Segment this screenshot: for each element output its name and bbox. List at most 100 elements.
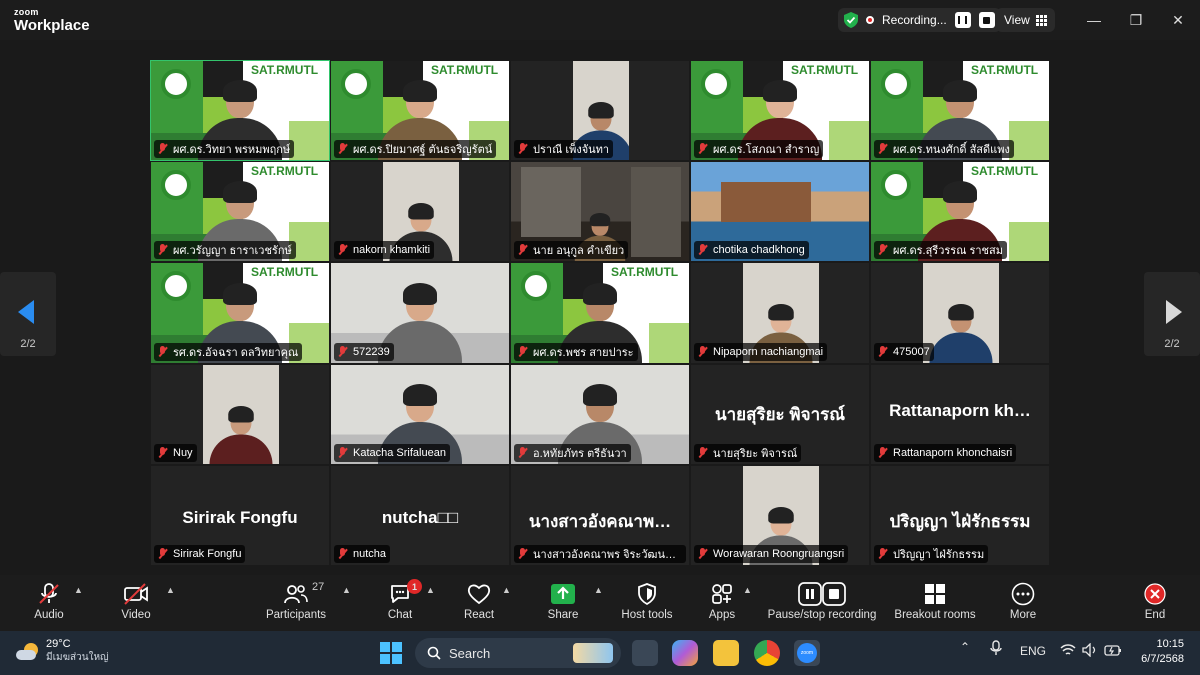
chat-button[interactable]: 1 Chat [384, 579, 422, 621]
participant-name: Katacha Srifaluean [353, 446, 446, 459]
apps-label: Apps [708, 609, 736, 621]
end-meeting-button[interactable]: End [1138, 581, 1172, 621]
name-tag: ผศ.ดร.ทนงศักดิ์ สัสดีแพง [874, 140, 1014, 159]
start-windows-icon[interactable] [378, 640, 404, 666]
participant-tile[interactable]: SAT.RMUTL ผศ.วรัญญา ธาราเวชรักษ์ [150, 161, 330, 263]
mic-muted-icon [336, 446, 350, 460]
participants-icon [284, 585, 308, 604]
participant-tile[interactable]: นางสาวอังคณาพ… นางสาวอังคณาพร จิระวัฒนากู… [510, 464, 690, 566]
recording-controls: Recording... [838, 8, 1001, 32]
copilot-icon[interactable] [672, 640, 698, 666]
pause-recording-button[interactable] [954, 12, 971, 28]
zoom-taskbar-app[interactable]: zoom [794, 640, 820, 666]
apps-button[interactable]: Apps [706, 581, 738, 621]
participant-tile[interactable]: ปริญญา ไฝ่รักธรรม ปริญญา ไฝ่รักธรรม [870, 464, 1050, 566]
participant-tile[interactable]: nakorn khamkiti [330, 161, 510, 263]
video-feed [203, 364, 279, 464]
restore-icon[interactable]: ❐ [1126, 10, 1146, 30]
volume-icon[interactable] [1082, 642, 1098, 660]
audio-options-chevron-icon[interactable]: ▲ [74, 585, 83, 595]
participant-tile[interactable]: อ.หทัยภัทร ตรีธันวา [510, 363, 690, 465]
apps-options-chevron-icon[interactable]: ▲ [743, 585, 752, 595]
name-tag: 475007 [874, 342, 934, 361]
mic-muted-icon [696, 142, 710, 156]
react-button[interactable]: React [462, 581, 496, 621]
video-button[interactable]: Video [118, 581, 154, 621]
chat-options-chevron-icon[interactable]: ▲ [426, 585, 435, 595]
chrome-icon[interactable] [754, 640, 780, 666]
chevron-up-icon[interactable]: ⌃ [960, 640, 970, 654]
mic-muted-icon [876, 243, 890, 257]
pause-stop-recording-button[interactable]: Pause/stop recording [764, 581, 880, 621]
name-tag: 572239 [334, 342, 394, 361]
participant-tile[interactable]: 475007 [870, 262, 1050, 364]
recording-label: Recording... [882, 13, 947, 27]
audio-button[interactable]: Audio [30, 581, 68, 621]
react-label: React [463, 609, 495, 621]
clock[interactable]: 10:15 6/7/2568 [1132, 637, 1184, 667]
participants-options-chevron-icon[interactable]: ▲ [342, 585, 351, 595]
security-shield-icon[interactable] [844, 12, 858, 28]
wifi-icon[interactable] [1060, 643, 1076, 660]
participant-tile[interactable]: Nipaporn nachiangmai [690, 262, 870, 364]
stop-recording-button[interactable] [978, 12, 995, 28]
temperature: 29°C [46, 638, 71, 650]
microphone-tray-icon[interactable] [990, 640, 1002, 659]
weather-widget[interactable]: 29°C มีเมฆส่วนใหญ่ [16, 638, 109, 665]
participant-tile[interactable]: Katacha Srifaluean [330, 363, 510, 465]
mic-muted-icon [696, 345, 710, 359]
participant-name: Nuy [173, 446, 193, 459]
meeting-toolbar: Audio ▲ Video ▲ Participants 27 ▲ 1 Chat… [0, 575, 1200, 631]
participant-tile[interactable]: นายสุริยะ พิจารณ์ นายสุริยะ พิจารณ์ [690, 363, 870, 465]
participant-person [204, 405, 279, 464]
battery-icon[interactable] [1104, 643, 1122, 660]
participant-tile[interactable]: ปราณี เพ็งจันทา [510, 60, 690, 162]
file-explorer-icon[interactable] [713, 640, 739, 666]
participant-tile[interactable]: SAT.RMUTL ผศ.ดร.โสภณา สำราญ [690, 60, 870, 162]
mic-muted-icon [156, 243, 170, 257]
brand-top: zoom [14, 7, 39, 17]
taskbar-search[interactable]: Search [415, 638, 621, 668]
participant-name: นาย อนุกูล คำเขียว [533, 245, 625, 258]
more-label: More [1009, 609, 1037, 621]
name-tag: ผศ.วรัญญา ธาราเวชรักษ์ [154, 241, 296, 260]
share-button[interactable]: Share [546, 581, 580, 621]
participant-tile[interactable]: Sirirak Fongfu Sirirak Fongfu [150, 464, 330, 566]
audio-label: Audio [34, 609, 64, 621]
name-tag: chotika chadkhong [694, 241, 809, 260]
mic-muted-icon [516, 345, 530, 359]
page-indicator-left: 2/2 [20, 338, 36, 350]
minimize-icon[interactable]: — [1084, 10, 1104, 30]
name-tag: Nipaporn nachiangmai [694, 342, 828, 361]
react-options-chevron-icon[interactable]: ▲ [502, 585, 511, 595]
participant-tile[interactable]: nutcha□□ nutcha [330, 464, 510, 566]
more-button[interactable]: More [1006, 581, 1040, 621]
participant-tile[interactable]: Worawaran Roongruangsri [690, 464, 870, 566]
mic-muted-icon [336, 345, 350, 359]
participant-tile[interactable]: นาย อนุกูล คำเขียว [510, 161, 690, 263]
participant-tile[interactable]: SAT.RMUTL รศ.ดร.อัจฉรา ดลวิทยาคุณ [150, 262, 330, 364]
task-view-icon[interactable] [632, 640, 658, 666]
participant-tile[interactable]: SAT.RMUTL ผศ.ดร.ปิยมาศฐ์ ตันธจริญรัตน์ [330, 60, 510, 162]
participant-tile[interactable]: Nuy [150, 363, 330, 465]
participant-tile[interactable]: 572239 [330, 262, 510, 364]
language-indicator[interactable]: ENG [1020, 644, 1046, 658]
end-label: End [1144, 609, 1166, 621]
name-tag: ปริญญา ไฝ่รักธรรม [874, 544, 989, 563]
video-options-chevron-icon[interactable]: ▲ [166, 585, 175, 595]
participant-display-name: ปริญญา ไฝ่รักธรรม [889, 511, 1031, 531]
breakout-rooms-button[interactable]: Breakout rooms [890, 581, 980, 621]
next-page-button[interactable]: 2/2 [1144, 272, 1200, 356]
participant-tile[interactable]: chotika chadkhong [690, 161, 870, 263]
share-options-chevron-icon[interactable]: ▲ [594, 585, 603, 595]
participant-tile[interactable]: SAT.RMUTL ผศ.ดร.พชร สายปาระ [510, 262, 690, 364]
more-dots-icon [1011, 582, 1035, 606]
close-icon[interactable]: ✕ [1168, 10, 1188, 30]
previous-page-button[interactable]: 2/2 [0, 272, 56, 356]
host-tools-button[interactable]: Host tools [618, 581, 676, 621]
participant-tile[interactable]: Rattanaporn kh… Rattanaporn khonchaisri [870, 363, 1050, 465]
view-button[interactable]: View [996, 8, 1055, 32]
participant-tile[interactable]: SAT.RMUTL ผศ.ดร.ทนงศักดิ์ สัสดีแพง [870, 60, 1050, 162]
participant-tile[interactable]: SAT.RMUTL ผศ.ดร.วิทยา พรหมพฤกษ์ [150, 60, 330, 162]
participant-tile[interactable]: SAT.RMUTL ผศ.ดร.สุรีวรรณ ราชสม [870, 161, 1050, 263]
